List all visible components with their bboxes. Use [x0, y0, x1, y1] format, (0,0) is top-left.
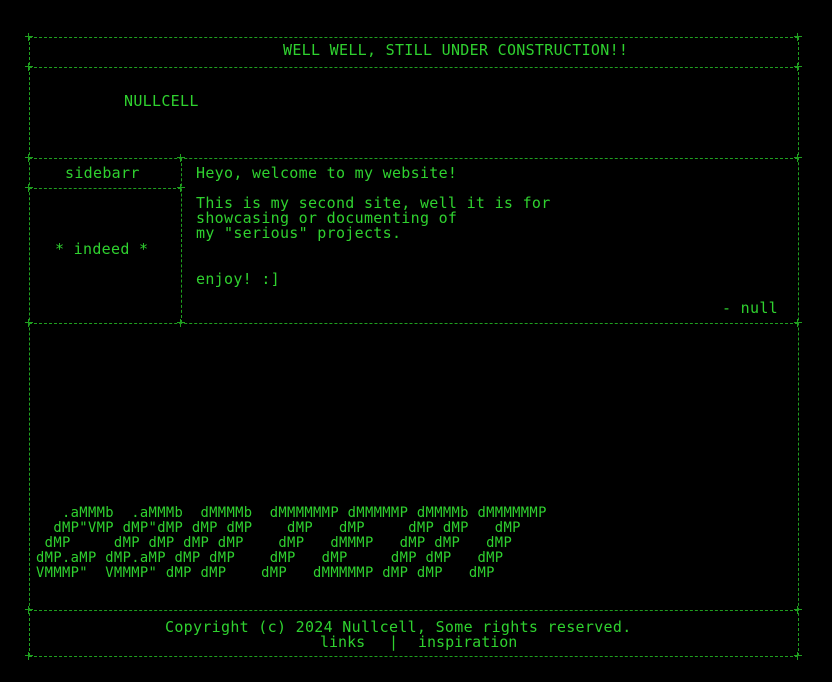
inspiration-link[interactable]: inspiration	[418, 635, 517, 650]
corner-marker	[794, 652, 802, 660]
construction-banner: WELL WELL, STILL UNDER CONSTRUCTION!!	[283, 41, 629, 59]
enjoy-message: enjoy! :]	[196, 270, 280, 288]
junction-marker	[25, 184, 33, 192]
ascii-logo: .aMMMb .aMMMb dMMMMb dMMMMMMP dMMMMMP dM…	[36, 504, 547, 581]
sidebar-right-border	[181, 158, 182, 323]
signoff: - null	[722, 299, 778, 317]
sidebar-divider	[29, 188, 181, 189]
junction-marker	[177, 184, 185, 192]
intro-paragraph: This is my second site, well it is for s…	[196, 194, 551, 242]
sidebar-title: sidebarr	[65, 164, 140, 182]
junction-marker	[177, 319, 185, 327]
right-border	[798, 37, 799, 656]
copyright-notice: Copyright (c) 2024 Nullcell, Some rights…	[165, 618, 632, 636]
footer-top-border	[29, 610, 798, 611]
junction-marker	[25, 63, 33, 71]
corner-marker	[794, 33, 802, 41]
bottom-border	[29, 656, 798, 657]
junction-marker	[25, 154, 33, 162]
left-border	[29, 37, 30, 656]
corner-marker	[25, 652, 33, 660]
junction-marker	[25, 606, 33, 614]
junction-marker	[794, 63, 802, 71]
junction-marker	[25, 319, 33, 327]
content-bottom-border	[29, 323, 798, 324]
welcome-heading: Heyo, welcome to my website!	[196, 164, 458, 182]
junction-marker	[794, 319, 802, 327]
footer-separator: |	[389, 633, 399, 651]
corner-marker	[25, 33, 33, 41]
junction-marker	[177, 154, 185, 162]
top-border	[29, 37, 798, 38]
header-divider	[29, 67, 798, 68]
site-brand: NULLCELL	[124, 92, 199, 110]
sidebar-note: * indeed *	[55, 240, 149, 258]
links-link[interactable]: links	[320, 635, 365, 650]
junction-marker	[794, 154, 802, 162]
junction-marker	[794, 606, 802, 614]
content-top-border	[29, 158, 798, 159]
